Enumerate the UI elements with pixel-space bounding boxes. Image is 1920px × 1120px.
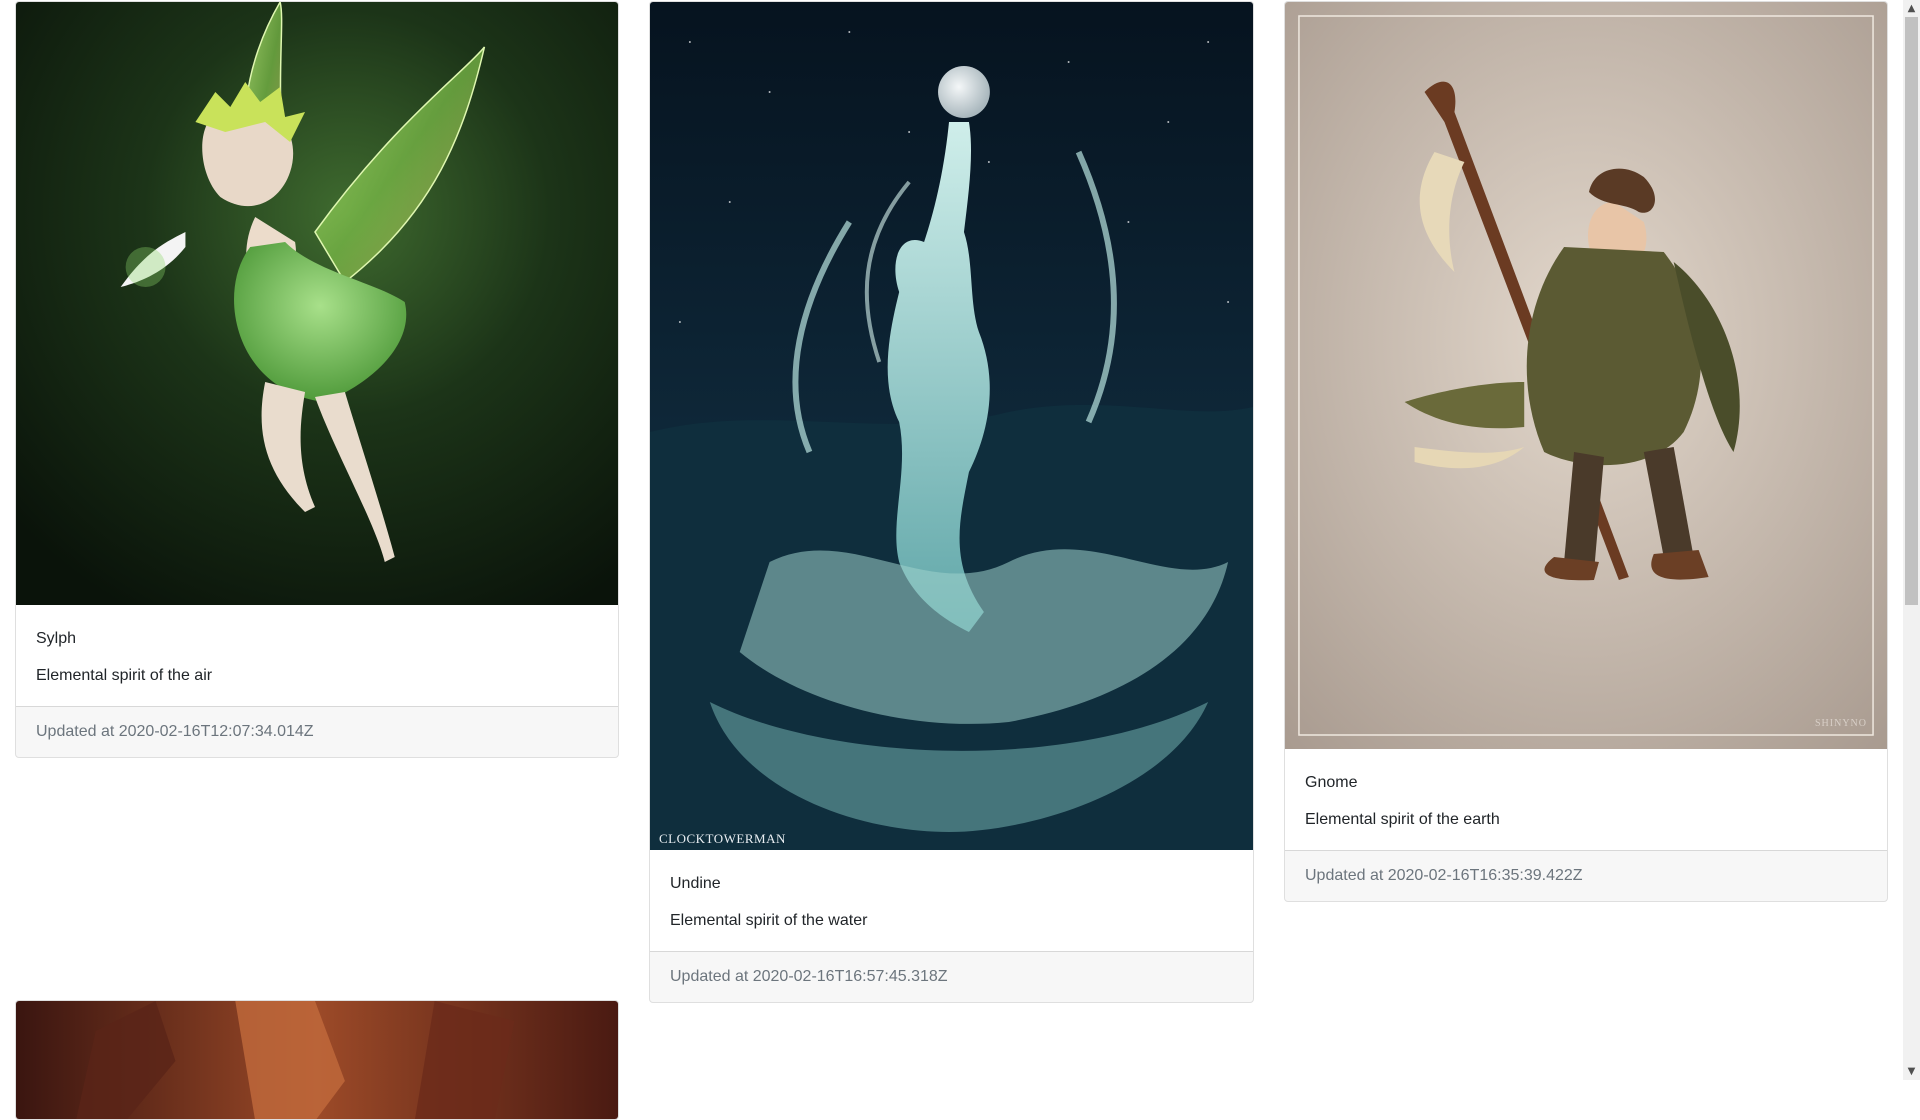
card-image-partial (16, 1001, 618, 1119)
card-body-undine: Undine Elemental spirit of the water (650, 850, 1253, 951)
card-footer: Updated at 2020-02-16T16:35:39.422Z (1285, 850, 1887, 901)
card-image-sylph (16, 2, 618, 605)
card-body-gnome: Gnome Elemental spirit of the earth (1285, 749, 1887, 850)
card-text: Elemental spirit of the air (36, 667, 213, 684)
vertical-scrollbar[interactable]: ▲ ▼ (1903, 0, 1920, 1080)
card-image-undine: CLOCKTOWERMAN (650, 2, 1253, 850)
card-text: Elemental spirit of the earth (1305, 811, 1500, 828)
card-text: Elemental spirit of the water (670, 912, 868, 929)
scrollbar-thumb[interactable] (1905, 17, 1918, 605)
card-gnome: SHINYNO Gnome Elemental spirit of the ea… (1284, 1, 1888, 902)
card-partial (15, 1000, 619, 1120)
card-title: Undine (670, 875, 721, 892)
chevron-down-icon[interactable]: ▼ (1903, 1063, 1920, 1080)
image-watermark: CLOCKTOWERMAN (659, 831, 786, 846)
card-undine: CLOCKTOWERMAN Undine Elemental spirit of… (649, 1, 1254, 1003)
card-body-sylph: Sylph Elemental spirit of the air (16, 605, 618, 706)
card-footer: Updated at 2020-02-16T16:57:45.318Z (650, 951, 1253, 1002)
card-sylph: Sylph Elemental spirit of the air Update… (15, 1, 619, 758)
image-signature: SHINYNO (1815, 718, 1867, 729)
card-title: Gnome (1305, 774, 1358, 791)
card-title: Sylph (36, 630, 77, 647)
card-footer: Updated at 2020-02-16T12:07:34.014Z (16, 706, 618, 757)
chevron-up-icon[interactable]: ▲ (1903, 0, 1920, 17)
card-image-gnome: SHINYNO (1285, 2, 1887, 749)
